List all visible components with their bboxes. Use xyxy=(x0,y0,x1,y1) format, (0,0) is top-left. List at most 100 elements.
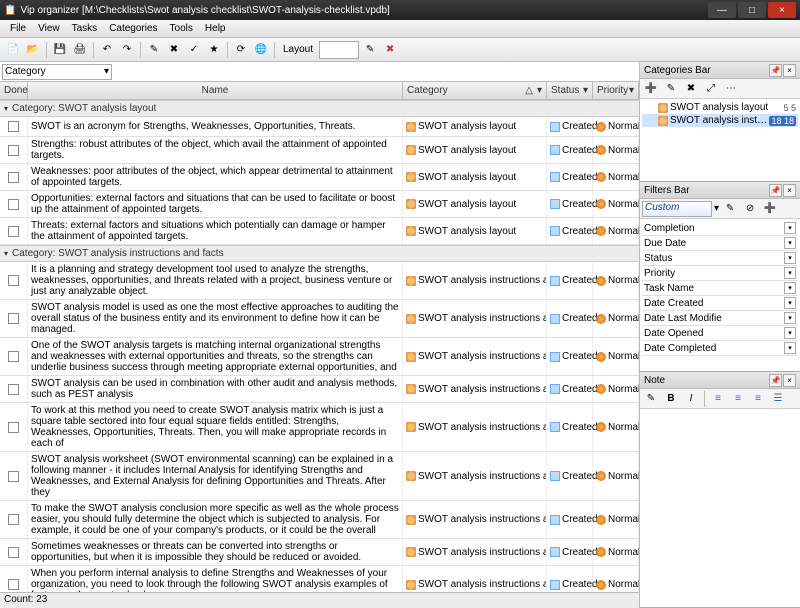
star-icon[interactable]: ★ xyxy=(205,41,223,59)
cat-new-icon[interactable]: ➕ xyxy=(642,80,660,98)
refresh-icon[interactable]: ⟳ xyxy=(232,41,250,59)
done-checkbox[interactable] xyxy=(8,226,19,237)
panel-close-icon[interactable]: × xyxy=(783,374,796,387)
done-checkbox[interactable] xyxy=(8,471,19,482)
edit-icon[interactable]: ✎ xyxy=(145,41,163,59)
category-tree-item[interactable]: SWOT analysis instructions and facts18 1… xyxy=(642,114,798,127)
filter-row[interactable]: Date Opened▾ xyxy=(642,326,798,341)
table-row[interactable]: Weaknesses: poor attributes of the objec… xyxy=(0,164,639,191)
filter-row[interactable]: Date Created▾ xyxy=(642,296,798,311)
col-name[interactable]: Name xyxy=(28,82,403,99)
done-checkbox[interactable] xyxy=(8,313,19,324)
done-checkbox[interactable] xyxy=(8,145,19,156)
note-edit-icon[interactable]: ✎ xyxy=(642,390,660,408)
filter-dropdown-icon[interactable]: ▾ xyxy=(784,312,796,324)
note-bold-icon[interactable]: B xyxy=(662,390,680,408)
layout-delete-icon[interactable]: ✖ xyxy=(381,41,399,59)
collapse-icon[interactable]: ▾ xyxy=(4,249,8,258)
print-icon[interactable]: 🖨 xyxy=(71,41,89,59)
menu-categories[interactable]: Categories xyxy=(103,21,163,36)
filter-clear-icon[interactable]: ⊘ xyxy=(741,200,759,218)
panel-pin-icon[interactable]: 📌 xyxy=(769,184,782,197)
filter-dropdown-icon[interactable]: ▾ xyxy=(784,327,796,339)
panel-pin-icon[interactable]: 📌 xyxy=(769,64,782,77)
filter-dropdown-icon[interactable]: ▾ xyxy=(784,252,796,264)
filter-dropdown-icon[interactable]: ▾ xyxy=(784,267,796,279)
grid-body[interactable]: ▾Category: SWOT analysis layoutSWOT is a… xyxy=(0,100,639,592)
maximize-button[interactable]: □ xyxy=(738,2,766,18)
menu-file[interactable]: File xyxy=(4,21,32,36)
table-row[interactable]: SWOT analysis worksheet (SWOT environmen… xyxy=(0,452,639,501)
layout-apply-icon[interactable]: ✎ xyxy=(361,41,379,59)
undo-icon[interactable]: ↶ xyxy=(98,41,116,59)
category-tree-item[interactable]: SWOT analysis layout5 5 xyxy=(642,101,798,114)
new-doc-icon[interactable]: 📄 xyxy=(4,41,22,59)
table-row[interactable]: It is a planning and strategy developmen… xyxy=(0,262,639,300)
cat-edit-icon[interactable]: ✎ xyxy=(662,80,680,98)
note-align-right-icon[interactable]: ≡ xyxy=(749,390,767,408)
minimize-button[interactable]: — xyxy=(708,2,736,18)
done-checkbox[interactable] xyxy=(8,422,19,433)
table-row[interactable]: Opportunities: external factors and situ… xyxy=(0,191,639,218)
delete-icon[interactable]: ✖ xyxy=(165,41,183,59)
done-checkbox[interactable] xyxy=(8,384,19,395)
note-italic-icon[interactable]: I xyxy=(682,390,700,408)
world-icon[interactable]: 🌐 xyxy=(252,41,270,59)
done-checkbox[interactable] xyxy=(8,351,19,362)
filter-add-icon[interactable]: ➕ xyxy=(761,200,779,218)
menu-tasks[interactable]: Tasks xyxy=(66,21,104,36)
done-checkbox[interactable] xyxy=(8,199,19,210)
open-icon[interactable]: 📂 xyxy=(24,41,42,59)
col-status[interactable]: Status▾ xyxy=(547,82,593,99)
filter-row[interactable]: Task Name▾ xyxy=(642,281,798,296)
cat-more-icon[interactable]: ⋯ xyxy=(722,80,740,98)
filter-row[interactable]: Completion▾ xyxy=(642,221,798,236)
filter-row[interactable]: Date Completed▾ xyxy=(642,341,798,356)
table-row[interactable]: To make the SWOT analysis conclusion mor… xyxy=(0,501,639,539)
col-category[interactable]: Category△▾ xyxy=(403,82,547,99)
cat-expand-icon[interactable]: ⤢ xyxy=(702,80,720,98)
table-row[interactable]: When you perform internal analysis to de… xyxy=(0,566,639,592)
done-checkbox[interactable] xyxy=(8,579,19,590)
menu-help[interactable]: Help xyxy=(199,21,232,36)
filter-dropdown-icon[interactable]: ▾ xyxy=(784,297,796,309)
filter-row[interactable]: Due Date▾ xyxy=(642,236,798,251)
filter-dropdown-icon[interactable]: ▾ xyxy=(784,282,796,294)
table-row[interactable]: One of the SWOT analysis targets is matc… xyxy=(0,338,639,376)
panel-pin-icon[interactable]: 📌 xyxy=(769,374,782,387)
filter-edit-icon[interactable]: ✎ xyxy=(721,200,739,218)
note-align-left-icon[interactable]: ≡ xyxy=(709,390,727,408)
filter-row[interactable]: Priority▾ xyxy=(642,266,798,281)
filter-row[interactable]: Status▾ xyxy=(642,251,798,266)
group-header[interactable]: ▾Category: SWOT analysis layout xyxy=(0,100,639,117)
panel-close-icon[interactable]: × xyxy=(783,64,796,77)
done-checkbox[interactable] xyxy=(8,547,19,558)
chevron-down-icon[interactable]: ▾ xyxy=(714,203,719,214)
menu-tools[interactable]: Tools xyxy=(164,21,199,36)
table-row[interactable]: To work at this method you need to creat… xyxy=(0,403,639,452)
done-checkbox[interactable] xyxy=(8,121,19,132)
note-editor[interactable] xyxy=(640,409,800,607)
filter-dropdown-icon[interactable]: ▾ xyxy=(784,237,796,249)
note-align-center-icon[interactable]: ≡ xyxy=(729,390,747,408)
categories-tree[interactable]: SWOT analysis layout5 5SWOT analysis ins… xyxy=(640,99,800,181)
table-row[interactable]: Threats: external factors and situations… xyxy=(0,218,639,245)
table-row[interactable]: SWOT analysis model is used as one the m… xyxy=(0,300,639,338)
save-icon[interactable]: 💾 xyxy=(51,41,69,59)
table-row[interactable]: Strengths: robust attributes of the obje… xyxy=(0,137,639,164)
cat-del-icon[interactable]: ✖ xyxy=(682,80,700,98)
filter-custom-select[interactable]: Custom xyxy=(642,201,712,217)
panel-close-icon[interactable]: × xyxy=(783,184,796,197)
done-checkbox[interactable] xyxy=(8,172,19,183)
table-row[interactable]: SWOT is an acronym for Strengths, Weakne… xyxy=(0,117,639,137)
check-icon[interactable]: ✓ xyxy=(185,41,203,59)
col-done[interactable]: Done xyxy=(0,82,28,99)
filter-dropdown-icon[interactable]: ▾ xyxy=(784,222,796,234)
layout-select[interactable] xyxy=(319,41,359,59)
filter-row[interactable]: Date Last Modifie▾ xyxy=(642,311,798,326)
close-button[interactable]: × xyxy=(768,2,796,18)
done-checkbox[interactable] xyxy=(8,275,19,286)
note-list-icon[interactable]: ☰ xyxy=(769,390,787,408)
table-row[interactable]: Sometimes weaknesses or threats can be c… xyxy=(0,539,639,566)
col-priority[interactable]: Priority▾ xyxy=(593,82,639,99)
